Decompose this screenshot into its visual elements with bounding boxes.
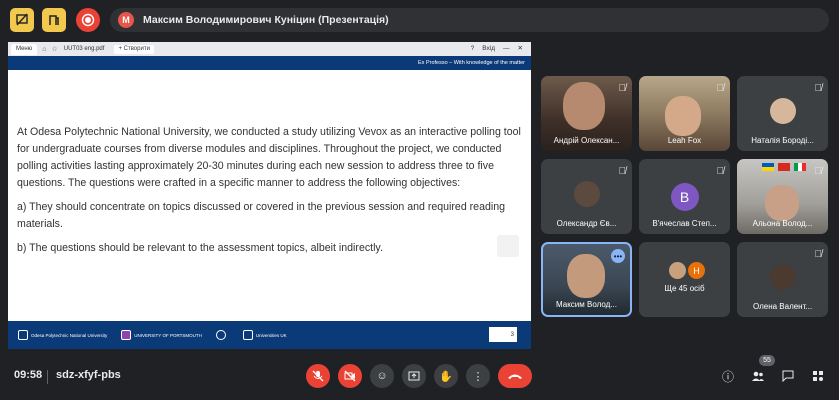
pdf-toolbar-right: ? Вхід — ✕ bbox=[471, 44, 523, 53]
info-icon[interactable]: ⓘ bbox=[717, 365, 739, 387]
participant-tile[interactable]: 🎙̸ Leah Fox bbox=[639, 76, 730, 151]
mic-off-icon: 🎙̸ bbox=[716, 83, 725, 94]
participant-tile-active[interactable]: ••• Максим Волод... bbox=[541, 242, 632, 317]
participant-video bbox=[665, 96, 701, 136]
participant-video bbox=[563, 82, 605, 130]
more-participants-tile[interactable]: Н Ще 45 осіб bbox=[639, 242, 730, 317]
participant-name: Ще 45 осіб bbox=[664, 284, 705, 293]
participant-tile[interactable]: 🎙̸ Альона Волод... bbox=[737, 159, 828, 234]
participant-tile[interactable]: 🎙̸ Наталія Бороді... bbox=[737, 76, 828, 151]
slide-header: Ex Professo – With knowledge of the matt… bbox=[8, 56, 531, 70]
activities-icon[interactable] bbox=[807, 365, 829, 387]
participant-name: Олександр Єв... bbox=[556, 219, 617, 228]
camera-off-button[interactable] bbox=[338, 364, 362, 388]
mic-off-icon: 🎙̸ bbox=[618, 166, 627, 177]
pdf-viewer-toolbar: Меню ⌂ ☆ UUT03 eng.pdf + Створити ? Вхід… bbox=[8, 42, 531, 56]
slide-paragraph: At Odesa Polytechnic National University… bbox=[17, 126, 521, 189]
logo-circle bbox=[215, 330, 229, 340]
meeting-title: Максим Володимирович Куніцин (Презентаці… bbox=[143, 14, 389, 26]
mic-off-icon: 🎙̸ bbox=[814, 83, 823, 94]
meeting-code[interactable]: sdz-xfyf-pbs bbox=[56, 369, 121, 381]
new-tab-button[interactable]: + Створити bbox=[114, 44, 154, 54]
participant-tile[interactable]: 🎙̸ Андрій Олексан... bbox=[541, 76, 632, 151]
presenter-avatar: М bbox=[118, 12, 134, 28]
leave-call-button[interactable] bbox=[498, 364, 532, 388]
participant-avatar: В bbox=[670, 183, 699, 211]
slide-footer: Odesa Polytechnic National University UN… bbox=[8, 321, 531, 349]
slide-overlay-button[interactable] bbox=[497, 235, 519, 257]
raise-hand-button[interactable]: ✋ bbox=[434, 364, 458, 388]
more-options-icon[interactable]: ••• bbox=[611, 249, 625, 263]
mic-off-icon: 🎙̸ bbox=[716, 166, 725, 177]
present-button[interactable] bbox=[402, 364, 426, 388]
slide-page-number: 3 bbox=[489, 327, 517, 342]
mic-off-button[interactable] bbox=[306, 364, 330, 388]
participant-tile[interactable]: В 🎙̸ В'ячеслав Степ... bbox=[639, 159, 730, 234]
emoji-button[interactable]: ☺ bbox=[370, 364, 394, 388]
participant-name: Наталія Бороді... bbox=[751, 136, 814, 145]
tab-menu-label: Меню bbox=[16, 46, 33, 52]
top-bar: М Максим Володимирович Куніцин (Презента… bbox=[0, 0, 839, 38]
participant-tile[interactable]: 🎙̸ Олена Валент... bbox=[737, 242, 828, 317]
participant-name: В'ячеслав Степ... bbox=[652, 219, 717, 228]
close-icon[interactable]: ✕ bbox=[518, 44, 523, 52]
mic-off-icon: 🎙̸ bbox=[618, 83, 627, 94]
clock: 09:58 bbox=[14, 369, 43, 381]
participant-avatar bbox=[769, 98, 796, 124]
participant-name: Альона Волод... bbox=[752, 219, 813, 228]
help-icon[interactable]: ? bbox=[471, 45, 475, 52]
shared-presentation: Меню ⌂ ☆ UUT03 eng.pdf + Створити ? Вхід… bbox=[8, 42, 531, 349]
present-stop-icon[interactable] bbox=[42, 8, 66, 32]
record-icon[interactable] bbox=[76, 8, 100, 32]
mic-off-icon: 🎙̸ bbox=[814, 249, 823, 260]
flags-decoration bbox=[762, 163, 822, 181]
minimize-icon[interactable]: — bbox=[503, 45, 510, 52]
participant-avatar bbox=[769, 264, 796, 290]
pdf-title[interactable]: UUT03 eng.pdf bbox=[64, 46, 105, 52]
participant-tile[interactable]: 🎙̸ Олександр Єв... bbox=[541, 159, 632, 234]
more-options-button[interactable]: ⋮ bbox=[466, 364, 490, 388]
participant-video bbox=[765, 185, 799, 221]
mic-off-icon: 🎙̸ bbox=[814, 166, 823, 177]
signin-link[interactable]: Вхід bbox=[482, 45, 495, 52]
slide-paragraph: b) The questions should be relevant to t… bbox=[17, 242, 383, 254]
slide-tagline: Ex Professo – With knowledge of the matt… bbox=[418, 60, 525, 66]
presentation-off-icon[interactable] bbox=[10, 8, 34, 32]
divider bbox=[47, 370, 48, 384]
logo-universities-uk: Universities UK bbox=[242, 330, 287, 340]
participant-avatar-stack: Н bbox=[669, 262, 705, 279]
people-icon[interactable] bbox=[747, 365, 769, 387]
meeting-title-bar[interactable]: М Максим Володимирович Куніцин (Презента… bbox=[110, 8, 829, 32]
people-count-badge: 55 bbox=[759, 355, 775, 366]
participant-video bbox=[567, 254, 605, 298]
home-icon[interactable]: ⌂ bbox=[42, 46, 46, 53]
chat-icon[interactable] bbox=[777, 365, 799, 387]
participant-name: Олена Валент... bbox=[752, 302, 813, 311]
slide-content: At Odesa Polytechnic National University… bbox=[17, 124, 522, 264]
bottom-bar: 09:58 sdz-xfyf-pbs ☺ ✋ ⋮ ⓘ bbox=[0, 356, 839, 400]
logo-odesa: Odesa Polytechnic National University bbox=[18, 330, 107, 340]
participant-name: Андрій Олексан... bbox=[553, 136, 620, 145]
tab-menu[interactable]: Меню bbox=[11, 43, 38, 55]
participant-name: Leah Fox bbox=[667, 136, 702, 145]
participant-avatar: Н bbox=[688, 262, 705, 279]
participant-name: Максим Волод... bbox=[556, 300, 617, 309]
participant-avatar bbox=[669, 262, 686, 279]
star-icon[interactable]: ☆ bbox=[51, 45, 57, 53]
logo-portsmouth: UNIVERSITY OF PORTSMOUTH bbox=[121, 330, 202, 340]
slide-paragraph: a) They should concentrate on topics dis… bbox=[17, 201, 505, 230]
participant-avatar bbox=[573, 181, 600, 207]
